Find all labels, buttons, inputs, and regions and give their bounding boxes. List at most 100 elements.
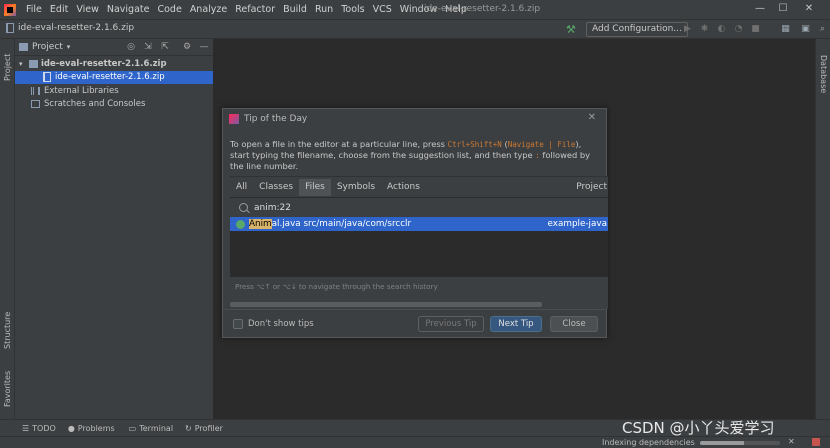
tab-files[interactable]: Files bbox=[299, 178, 331, 196]
search-history-hint: Press ⌥↑ or ⌥↓ to navigate through the s… bbox=[235, 282, 438, 291]
layout-icon[interactable]: ▣ bbox=[800, 24, 811, 35]
profiler-icon: ↻ bbox=[185, 423, 192, 433]
project-structure-icon[interactable]: ▦ bbox=[780, 24, 791, 35]
maximize-button[interactable]: ☐ bbox=[775, 2, 791, 16]
dialog-title-bar[interactable]: Tip of the Day ✕ bbox=[223, 109, 606, 128]
match-highlight: Anim bbox=[249, 219, 272, 229]
next-tip-button[interactable]: Next Tip bbox=[490, 316, 542, 332]
menu-run[interactable]: Run bbox=[311, 4, 337, 15]
scope-project[interactable]: Project bbox=[576, 177, 607, 197]
todo-label: TODO bbox=[32, 423, 56, 433]
debug-icon[interactable]: ✱ bbox=[699, 24, 710, 35]
terminal-label: Terminal bbox=[139, 423, 174, 433]
tab-actions[interactable]: Actions bbox=[381, 179, 426, 196]
tab-all[interactable]: All bbox=[230, 179, 253, 196]
java-class-icon bbox=[236, 219, 245, 229]
indexing-progress-fill bbox=[700, 441, 744, 445]
close-window-button[interactable]: ✕ bbox=[801, 2, 817, 16]
tip-text: To open a file in the editor at a partic… bbox=[230, 139, 602, 172]
menu-file[interactable]: File bbox=[22, 4, 46, 15]
result-module: example-java bbox=[547, 219, 607, 229]
tree-item-external-libraries[interactable]: External Libraries bbox=[15, 84, 213, 98]
scratches-icon bbox=[31, 100, 40, 109]
chevron-down-icon[interactable]: ▾ bbox=[67, 43, 71, 51]
locate-icon[interactable]: ◎ bbox=[126, 42, 136, 52]
cancel-indexing-icon[interactable]: ✕ bbox=[788, 437, 795, 446]
archive-icon bbox=[6, 23, 14, 33]
tree-item-label: ide-eval-resetter-2.1.6.zip bbox=[41, 58, 167, 69]
menu-vcs[interactable]: VCS bbox=[369, 4, 396, 15]
menu-edit[interactable]: Edit bbox=[46, 4, 72, 15]
menu-refactor[interactable]: Refactor bbox=[231, 4, 279, 15]
previous-tip-button[interactable]: Previous Tip bbox=[418, 316, 484, 332]
profiler-label: Profiler bbox=[194, 423, 223, 433]
minimize-button[interactable]: — bbox=[752, 2, 768, 16]
profiler-tool-tab[interactable]: ↻ Profiler bbox=[185, 424, 223, 433]
terminal-tool-tab[interactable]: ▭ Terminal bbox=[129, 424, 173, 433]
profile-icon[interactable]: ◔ bbox=[733, 24, 744, 35]
error-indicator-icon[interactable] bbox=[812, 438, 820, 446]
tip-action: Navigate | File bbox=[507, 140, 576, 149]
search-field[interactable]: anim:22 bbox=[230, 197, 608, 217]
tree-item-label: ide-eval-resetter-2.1.6.zip bbox=[55, 72, 165, 83]
close-button[interactable]: Close bbox=[550, 316, 598, 332]
folder-icon bbox=[19, 43, 28, 51]
tab-symbols[interactable]: Symbols bbox=[331, 179, 381, 196]
dialog-footer: Don't show tips Previous Tip Next Tip Cl… bbox=[223, 309, 606, 337]
menu-view[interactable]: View bbox=[72, 4, 103, 15]
project-tab-label: Project bbox=[3, 53, 12, 81]
tip-of-the-day-dialog: Tip of the Day ✕ To open a file in the e… bbox=[222, 108, 608, 338]
build-hammer-icon[interactable]: ⚒ bbox=[566, 23, 576, 36]
horizontal-scrollbar[interactable] bbox=[230, 302, 542, 307]
database-tool-tab[interactable]: Database bbox=[819, 55, 828, 93]
tip-shortcut: Ctrl+Shift+N bbox=[447, 140, 502, 149]
todo-tool-tab[interactable]: ☰ TODO bbox=[22, 424, 56, 433]
library-icon bbox=[31, 86, 40, 95]
search-everywhere-icon[interactable]: ⌕ bbox=[817, 24, 828, 35]
tip-illustration: All Classes Files Symbols Actions Projec… bbox=[230, 176, 608, 309]
chevron-down-icon[interactable]: ▾ bbox=[19, 60, 29, 68]
search-icon bbox=[239, 203, 248, 212]
collapse-all-icon[interactable]: ⇱ bbox=[160, 42, 170, 52]
search-result-row[interactable]: Animal.java src/main/java/com/srcclr exa… bbox=[230, 217, 608, 231]
project-tree: ▾ ide-eval-resetter-2.1.6.zip ide-eval-r… bbox=[15, 56, 213, 111]
project-tool-tab[interactable]: Project bbox=[0, 54, 15, 121]
watermark: CSDN @小丫头爱学习 bbox=[622, 419, 775, 437]
tree-item-scratches[interactable]: Scratches and Consoles bbox=[15, 98, 213, 112]
project-panel: Project ▾ ◎ ⇲ ⇱ ⚙ — ▾ ide-eval-resetter-… bbox=[15, 39, 214, 419]
tree-item-label: Scratches and Consoles bbox=[44, 99, 146, 110]
tab-classes[interactable]: Classes bbox=[253, 179, 299, 196]
tree-item-zip[interactable]: ide-eval-resetter-2.1.6.zip bbox=[15, 70, 213, 84]
list-icon: ☰ bbox=[22, 423, 30, 433]
indexing-progress-bar bbox=[700, 441, 780, 445]
run-icon[interactable]: ▶ bbox=[682, 24, 693, 35]
menu-tools[interactable]: Tools bbox=[337, 4, 368, 15]
problems-label: Problems bbox=[77, 423, 115, 433]
close-icon[interactable]: ✕ bbox=[588, 112, 596, 123]
tree-item-root[interactable]: ▾ ide-eval-resetter-2.1.6.zip bbox=[15, 57, 213, 71]
project-panel-title[interactable]: Project bbox=[32, 42, 63, 52]
project-panel-header: Project ▾ ◎ ⇲ ⇱ ⚙ — bbox=[15, 39, 213, 56]
indexing-status: Indexing dependencies bbox=[602, 438, 695, 447]
coverage-icon[interactable]: ◐ bbox=[716, 24, 727, 35]
checkbox-box[interactable] bbox=[233, 319, 243, 329]
add-configuration-button[interactable]: Add Configuration... bbox=[586, 22, 688, 37]
favorites-tab-label: Favorites bbox=[3, 370, 12, 407]
checkbox-label: Don't show tips bbox=[248, 319, 314, 329]
hide-icon[interactable]: — bbox=[199, 42, 209, 52]
breadcrumb[interactable]: ide-eval-resetter-2.1.6.zip bbox=[6, 23, 134, 33]
search-tabs: All Classes Files Symbols Actions Projec… bbox=[230, 177, 608, 197]
stop-icon[interactable]: ■ bbox=[750, 24, 761, 35]
menu-navigate[interactable]: Navigate bbox=[103, 4, 154, 15]
gear-icon[interactable]: ⚙ bbox=[182, 42, 192, 52]
menu-build[interactable]: Build bbox=[279, 4, 311, 15]
problems-tool-tab[interactable]: ● Problems bbox=[68, 424, 115, 433]
terminal-icon: ▭ bbox=[128, 423, 137, 433]
menu-code[interactable]: Code bbox=[153, 4, 185, 15]
intellij-logo-icon bbox=[229, 113, 239, 124]
info-icon: ● bbox=[67, 423, 75, 433]
result-list bbox=[230, 231, 608, 277]
menu-analyze[interactable]: Analyze bbox=[186, 4, 231, 15]
dont-show-tips-checkbox[interactable]: Don't show tips bbox=[233, 319, 314, 329]
expand-all-icon[interactable]: ⇲ bbox=[143, 42, 153, 52]
